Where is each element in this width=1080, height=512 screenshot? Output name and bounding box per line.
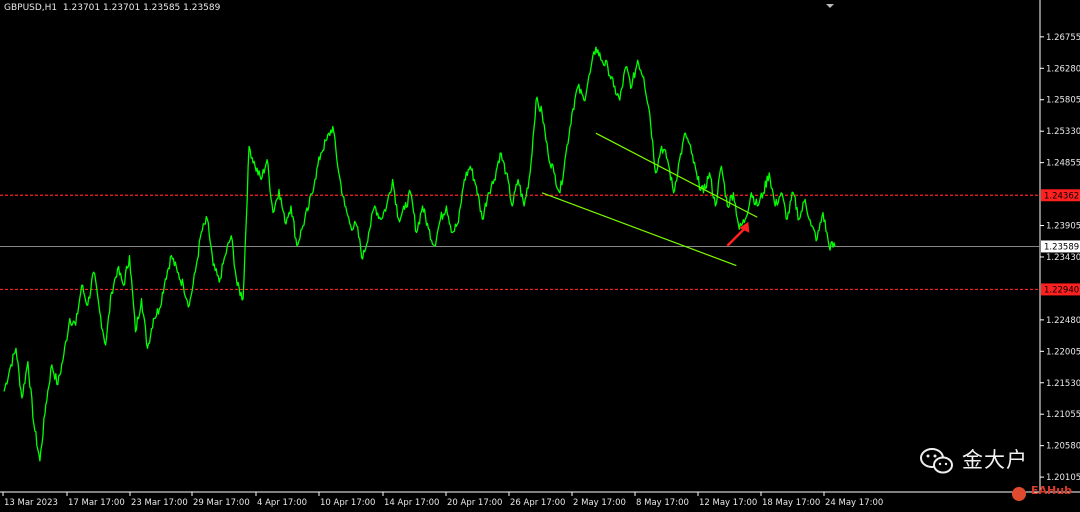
x-tick-label: 10 Apr 17:00	[320, 498, 375, 508]
y-tick-label: 1.26280	[1046, 64, 1080, 74]
level-price-label-2: 1.22940	[1044, 285, 1079, 295]
x-tick-label: 18 May 17:00	[762, 498, 820, 508]
chart-header: GBPUSD,H1 1.23701 1.23701 1.23585 1.2358…	[4, 3, 220, 13]
y-tick-label: 1.22480	[1046, 316, 1080, 326]
channel-upper-line	[595, 132, 758, 218]
wechat-icon	[920, 448, 953, 474]
x-tick-label: 17 Mar 17:00	[68, 498, 125, 508]
x-tick-label: 23 Mar 17:00	[131, 498, 188, 508]
y-tick-label: 1.23430	[1046, 253, 1080, 263]
channel-lower-line	[541, 192, 737, 267]
y-tick-label: 1.21055	[1046, 410, 1080, 420]
x-tick-label: 12 May 17:00	[699, 498, 757, 508]
y-tick-label: 1.22005	[1046, 347, 1080, 357]
y-tick-label: 1.25330	[1046, 127, 1080, 137]
y-tick-label: 1.24855	[1046, 159, 1080, 169]
x-tick-label: 29 Mar 17:00	[193, 498, 250, 508]
level-price-label-1: 1.24362	[1044, 191, 1079, 201]
current-price-label: 1.23589	[1044, 242, 1079, 252]
x-tick-label: 13 Mar 2023	[4, 498, 58, 508]
eahub-logo-icon	[1012, 487, 1026, 501]
symbol-label: GBPUSD,H1	[4, 3, 58, 13]
quote-values: 1.23701 1.23701 1.23585 1.23589	[62, 3, 221, 13]
x-tick-label: 14 Apr 17:00	[384, 498, 439, 508]
x-tick-label: 20 Apr 17:00	[447, 498, 502, 508]
x-tick-label: 8 May 17:00	[636, 498, 689, 508]
y-tick-label: 1.20105	[1046, 473, 1080, 483]
y-tick-label: 1.26755	[1046, 33, 1080, 43]
price-chart: 1.26755 1.26280 1.25805 1.25330 1.24855 1.239…	[0, 0, 1080, 508]
x-tick-label: 26 Apr 17:00	[510, 498, 565, 508]
x-tick-label: 4 Apr 17:00	[257, 498, 307, 508]
y-tick-label: 1.21530	[1046, 379, 1080, 389]
y-tick-label: 1.25805	[1046, 96, 1080, 106]
price-series-line	[3, 46, 836, 462]
x-tick-label: 2 May 17:00	[573, 498, 626, 508]
watermark-brand: EAHub	[1031, 484, 1072, 497]
chart-shift-marker-icon	[826, 4, 834, 8]
y-tick-label: 1.20580	[1046, 442, 1080, 452]
y-tick-label: 1.23905	[1046, 222, 1080, 232]
x-tick-label: 24 May 17:00	[825, 498, 883, 508]
watermark-name: 金大户	[962, 448, 1028, 472]
